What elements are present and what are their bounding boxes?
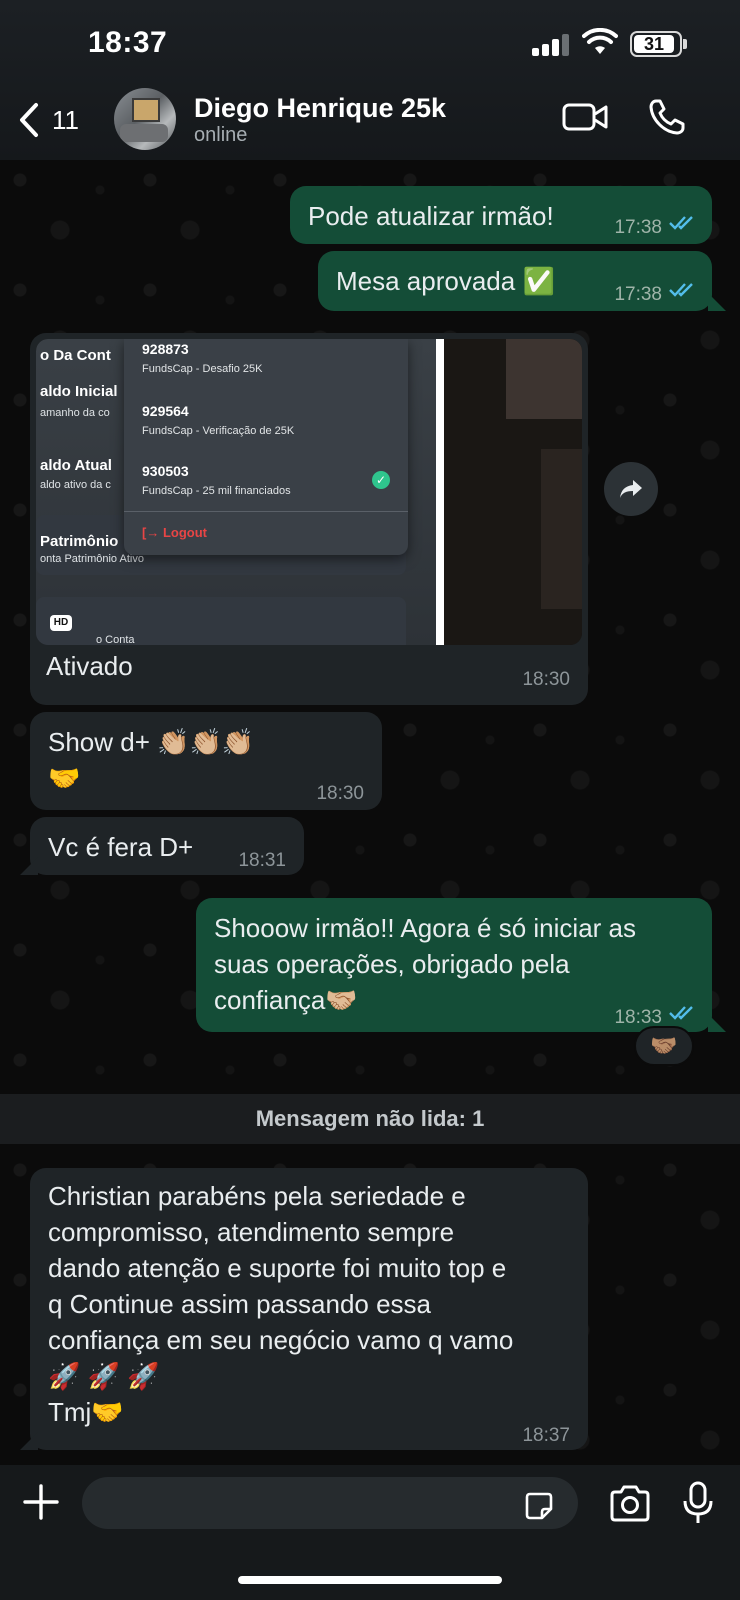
message-text: q Continue assim passando essa bbox=[48, 1289, 432, 1319]
account-id: 929564 bbox=[142, 403, 189, 419]
message-text: compromisso, atendimento sempre bbox=[48, 1217, 455, 1247]
screenshot-label: o Da Cont bbox=[40, 347, 111, 364]
screenshot-background bbox=[541, 449, 582, 609]
message-time: 18:37 bbox=[522, 1425, 570, 1446]
logout-text: Logout bbox=[162, 525, 207, 540]
outgoing-message[interactable]: Mesa aprovada ✅ 17:38 bbox=[318, 251, 712, 311]
camera-icon[interactable] bbox=[608, 1485, 652, 1523]
message-text: Mesa aprovada ✅ bbox=[336, 266, 555, 296]
message-text: Vc é fera D+ bbox=[48, 832, 194, 862]
account-name: FundsCap - Verificação de 25K bbox=[142, 425, 295, 437]
account-item: 928873 FundsCap - Desafio 25K bbox=[142, 341, 262, 375]
outgoing-message[interactable]: Pode atualizar irmão! 17:38 bbox=[290, 186, 712, 244]
image-thumbnail[interactable]: o Da Cont aldo Inicial amanho da co aldo… bbox=[36, 339, 582, 645]
message-input[interactable] bbox=[82, 1477, 578, 1529]
message-text: Show d+ 👏🏼👏🏼👏🏼 bbox=[48, 727, 255, 757]
account-id: 930503 bbox=[142, 463, 189, 479]
message-time: 18:30 bbox=[522, 669, 570, 690]
back-button[interactable]: 11 bbox=[18, 98, 79, 142]
chat-header: 18:37 31 11 Diego Henrique 25k online bbox=[0, 0, 740, 160]
unread-messages-banner: Mensagem não lida: 1 bbox=[0, 1094, 740, 1144]
hd-badge: HD bbox=[50, 615, 72, 631]
plus-icon[interactable] bbox=[22, 1483, 60, 1521]
read-ticks-icon bbox=[669, 283, 693, 297]
screenshot-label: onta Patrimônio Ativo bbox=[40, 553, 144, 565]
forward-button[interactable] bbox=[604, 462, 658, 516]
screenshot-account-dropdown: 928873 FundsCap - Desafio 25K 929564 Fun… bbox=[124, 339, 408, 555]
incoming-message[interactable]: Vc é fera D+ 18:31 bbox=[30, 817, 304, 875]
microphone-icon[interactable] bbox=[682, 1481, 714, 1525]
unread-chats-count: 11 bbox=[52, 104, 79, 135]
message-time: 17:38 bbox=[614, 284, 662, 305]
reaction-badge[interactable]: 🤝🏽 bbox=[634, 1026, 694, 1066]
screenshot-label: aldo Atual bbox=[40, 457, 112, 474]
phone-icon[interactable] bbox=[648, 98, 686, 136]
message-text: Pode atualizar irmão! bbox=[308, 201, 554, 231]
home-indicator[interactable] bbox=[238, 1576, 502, 1584]
account-item: 930503 FundsCap - 25 mil financiados bbox=[142, 463, 291, 497]
message-time: 18:31 bbox=[238, 850, 286, 871]
read-ticks-icon bbox=[669, 216, 693, 230]
screenshot-card bbox=[36, 597, 406, 645]
message-text: Shooow irmão!! Agora é só iniciar as bbox=[214, 913, 636, 943]
message-time: 18:30 bbox=[316, 783, 364, 804]
battery-tip bbox=[683, 39, 687, 49]
message-text: confiança em seu negócio vamo q vamo bbox=[48, 1325, 514, 1355]
divider bbox=[124, 511, 408, 512]
video-call-icon[interactable] bbox=[562, 102, 608, 132]
chevron-left-icon bbox=[20, 103, 38, 137]
screenshot-edge bbox=[436, 339, 444, 645]
screenshot-label: Patrimônio bbox=[40, 533, 119, 550]
screenshot-label: aldo Inicial bbox=[40, 383, 118, 400]
signal-icon bbox=[532, 34, 572, 56]
forward-icon bbox=[620, 480, 642, 498]
image-caption: Ativado bbox=[46, 651, 133, 681]
message-text: Tmj🤝 bbox=[48, 1397, 124, 1427]
screenshot-label: amanho da co bbox=[40, 407, 110, 419]
screenshot-panel: o Da Cont aldo Inicial amanho da co aldo… bbox=[36, 339, 436, 645]
account-name: FundsCap - Desafio 25K bbox=[142, 363, 263, 375]
check-icon: ✓ bbox=[372, 471, 390, 489]
message-text: 🚀 🚀 🚀 bbox=[48, 1361, 160, 1391]
logout-label: [→ Logout bbox=[142, 525, 207, 540]
avatar[interactable] bbox=[114, 88, 176, 150]
message-text: suas operações, obrigado pela bbox=[214, 949, 570, 979]
sticker-icon[interactable] bbox=[524, 1491, 554, 1521]
screenshot-label: o Conta bbox=[96, 634, 135, 645]
incoming-image-message[interactable]: o Da Cont aldo Inicial amanho da co aldo… bbox=[30, 333, 588, 705]
battery-icon: 31 bbox=[630, 31, 682, 57]
battery-level: 31 bbox=[634, 35, 674, 53]
message-text: Christian parabéns pela seriedade e bbox=[48, 1181, 466, 1211]
message-time: 17:38 bbox=[614, 217, 662, 238]
contact-status: online bbox=[194, 124, 248, 146]
incoming-message[interactable]: Christian parabéns pela seriedade e comp… bbox=[30, 1168, 588, 1450]
screenshot-background bbox=[506, 339, 582, 419]
account-id: 928873 bbox=[142, 341, 189, 357]
screenshot-label: aldo ativo da c bbox=[40, 479, 111, 491]
read-ticks-icon bbox=[669, 1006, 693, 1020]
account-name: FundsCap - 25 mil financiados bbox=[142, 485, 291, 497]
status-time: 18:37 bbox=[88, 26, 168, 59]
incoming-message[interactable]: Show d+ 👏🏼👏🏼👏🏼 🤝 18:30 bbox=[30, 712, 382, 810]
message-text: dando atenção e suporte foi muito top e bbox=[48, 1253, 507, 1283]
contact-name[interactable]: Diego Henrique 25k bbox=[194, 93, 446, 124]
wifi-icon bbox=[582, 28, 618, 54]
outgoing-message[interactable]: Shooow irmão!! Agora é só iniciar as sua… bbox=[196, 898, 712, 1032]
account-item: 929564 FundsCap - Verificação de 25K bbox=[142, 403, 294, 437]
